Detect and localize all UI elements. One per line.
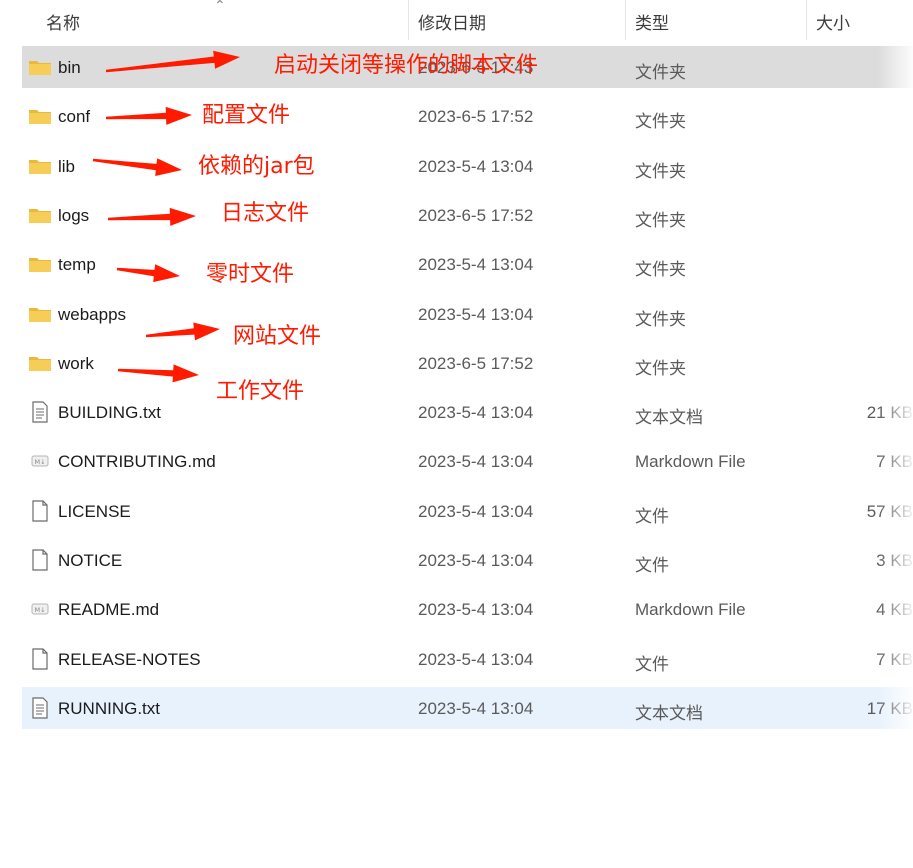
annotation-label-conf: 配置文件 xyxy=(202,103,291,128)
annotation-arrow-lib xyxy=(92,158,182,176)
annotation-arrow-temp xyxy=(116,264,180,283)
annotation-arrow-work xyxy=(117,364,199,383)
annotation-arrows xyxy=(92,50,241,383)
annotation-label-bin: 启动关闭等操作的脚本文件 xyxy=(274,53,539,78)
annotation-label-lib: 依赖的jar包 xyxy=(198,154,315,179)
annotation-label-work: 工作文件 xyxy=(216,379,305,404)
annotation-label-logs: 日志文件 xyxy=(221,201,310,226)
annotation-arrow-bin xyxy=(105,50,241,73)
annotation-label-temp: 零时文件 xyxy=(206,262,295,287)
annotation-label-webapps: 网站文件 xyxy=(233,324,322,349)
annotation-arrow-logs xyxy=(108,207,196,226)
annotation-arrow-conf xyxy=(106,106,192,125)
annotation-arrow-webapps xyxy=(145,322,220,341)
